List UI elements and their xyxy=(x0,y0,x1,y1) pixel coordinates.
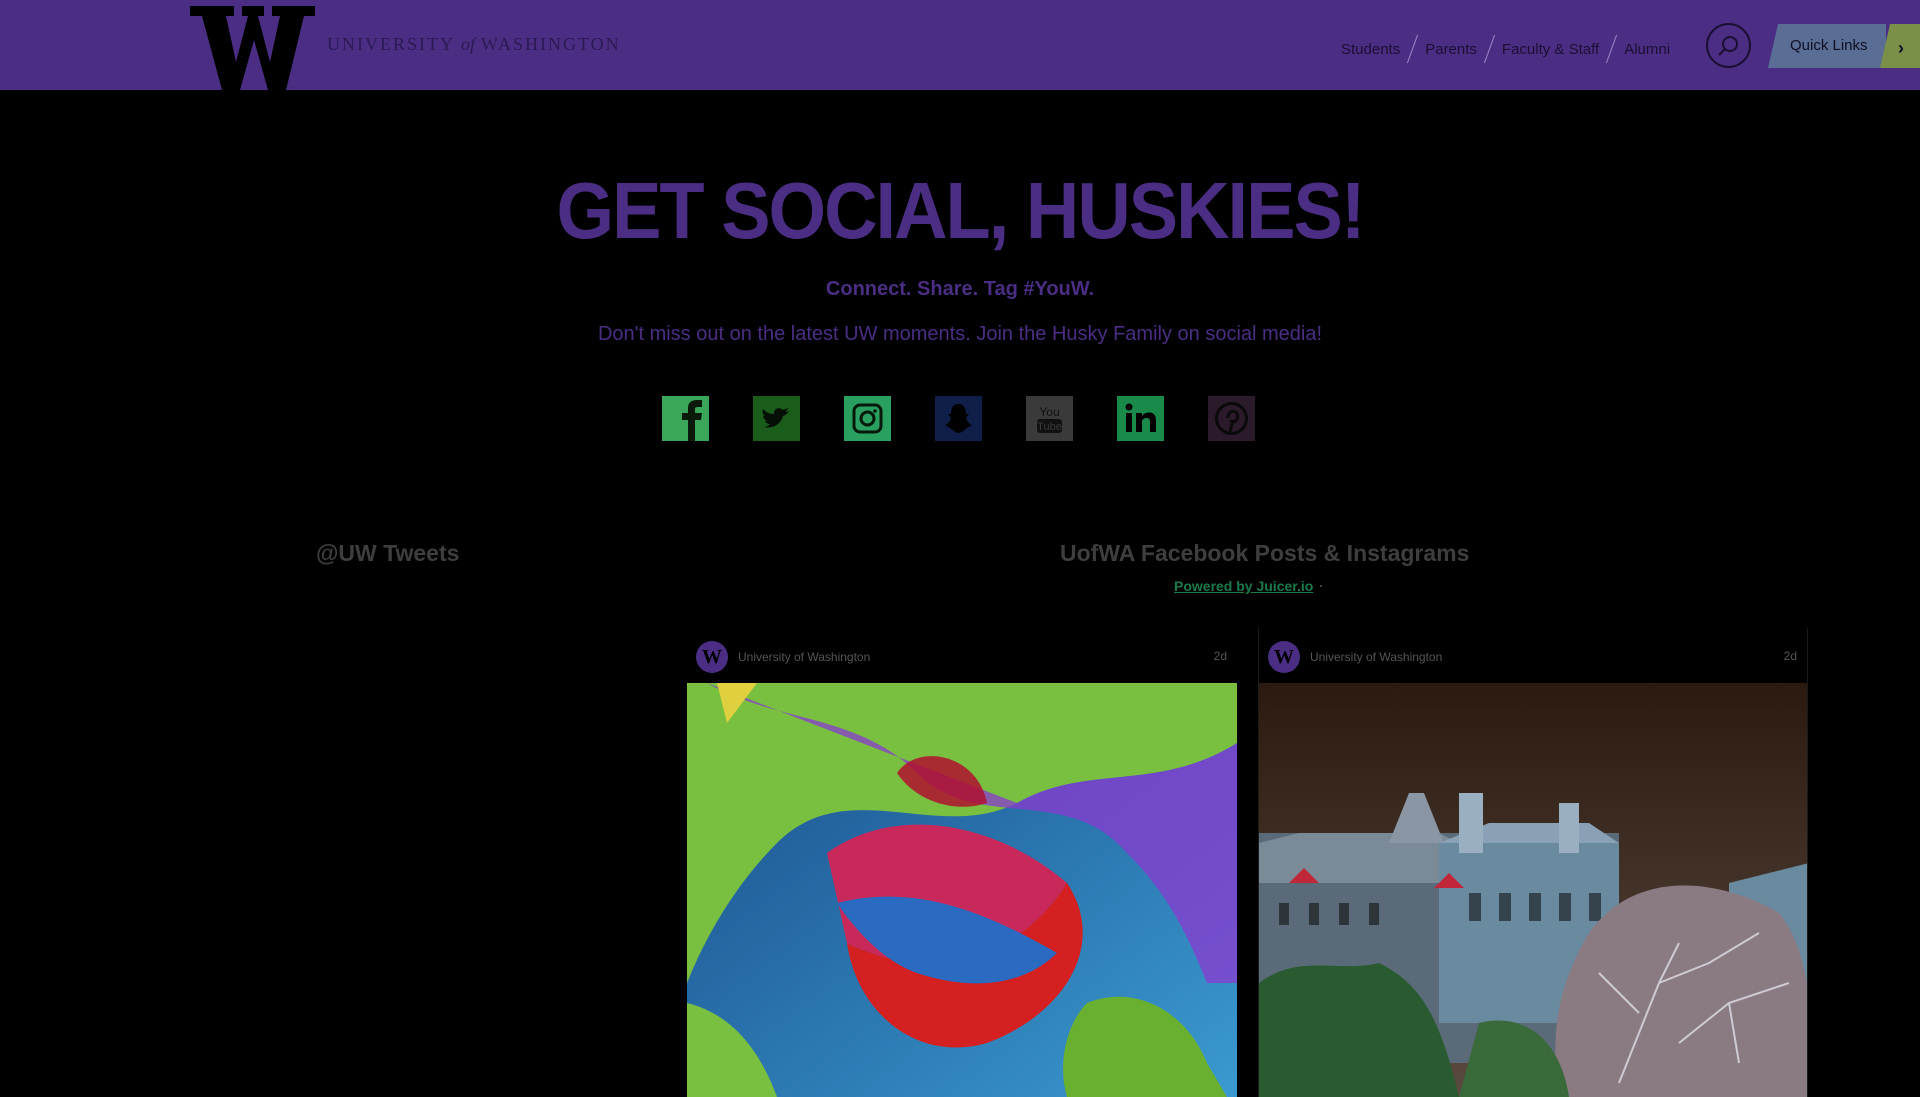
wordmark-left: UNIVERSITY xyxy=(327,34,455,54)
youtube-icon: You Tube xyxy=(1026,396,1073,441)
nav-parents[interactable]: Parents xyxy=(1425,41,1477,58)
post-photo[interactable] xyxy=(1259,683,1808,1097)
svg-text:Tube: Tube xyxy=(1037,421,1062,433)
audience-nav: Students Parents Faculty & Staff Alumni xyxy=(1341,34,1670,64)
twitter-link[interactable] xyxy=(753,396,800,441)
snapchat-icon xyxy=(935,396,982,441)
nav-faculty-staff[interactable]: Faculty & Staff xyxy=(1502,41,1599,58)
tweets-title: @UW Tweets xyxy=(316,540,460,566)
search-button[interactable] xyxy=(1706,23,1751,68)
quick-links-button[interactable]: Quick Links › xyxy=(1768,24,1920,68)
post-photo[interactable] xyxy=(687,683,1237,1097)
facebook-link[interactable] xyxy=(662,396,709,441)
wordmark-of: of xyxy=(461,34,476,54)
feed-post[interactable]: W University of Washington 2d xyxy=(1258,628,1808,1097)
facebook-feed-title: UofWA Facebook Posts & Instagrams xyxy=(1060,540,1470,566)
post-author[interactable]: University of Washington xyxy=(738,650,870,664)
svg-text:You: You xyxy=(1039,405,1059,419)
subline: Don't miss out on the latest UW moments.… xyxy=(597,323,1323,345)
chevron-right-icon: › xyxy=(1898,38,1904,58)
nav-divider xyxy=(1483,34,1496,64)
feed-post[interactable]: W University of Washington 2d xyxy=(687,628,1237,1097)
linkedin-link[interactable] xyxy=(1117,396,1164,441)
twitter-icon xyxy=(753,396,800,441)
social-icons: You Tube xyxy=(662,396,1255,441)
search-icon xyxy=(1718,36,1738,56)
avatar: W xyxy=(1268,641,1300,673)
university-wordmark[interactable]: UNIVERSITY of WASHINGTON xyxy=(327,34,621,55)
uw-logo-icon[interactable] xyxy=(190,4,315,90)
instagram-link[interactable] xyxy=(844,396,891,441)
pinterest-link[interactable] xyxy=(1208,396,1255,441)
facebook-icon xyxy=(662,396,709,441)
post-age: 2d xyxy=(1783,649,1797,663)
nav-alumni[interactable]: Alumni xyxy=(1624,41,1670,58)
powered-by-link[interactable]: Powered by Juicer.io xyxy=(1174,578,1313,594)
wordmark-right: WASHINGTON xyxy=(481,34,621,54)
nav-students[interactable]: Students xyxy=(1341,41,1400,58)
linkedin-icon xyxy=(1117,396,1164,441)
pinterest-icon xyxy=(1208,396,1255,441)
site-header: UNIVERSITY of WASHINGTON Students Parents … xyxy=(0,0,1920,90)
divider-dot xyxy=(1320,585,1322,587)
instagram-icon xyxy=(844,396,891,441)
quick-links-label: Quick Links xyxy=(1790,37,1868,54)
youtube-link[interactable]: You Tube xyxy=(1026,396,1073,441)
post-age: 2d xyxy=(1213,649,1227,663)
nav-divider xyxy=(1606,34,1618,64)
tagline: Connect. Share. Tag #YouW. xyxy=(825,278,1095,300)
avatar: W xyxy=(696,641,728,673)
post-author[interactable]: University of Washington xyxy=(1310,650,1442,664)
page-title: GET SOCIAL, HUSKIES! xyxy=(556,165,1366,256)
nav-divider xyxy=(1407,34,1419,64)
snapchat-link[interactable] xyxy=(935,396,982,441)
